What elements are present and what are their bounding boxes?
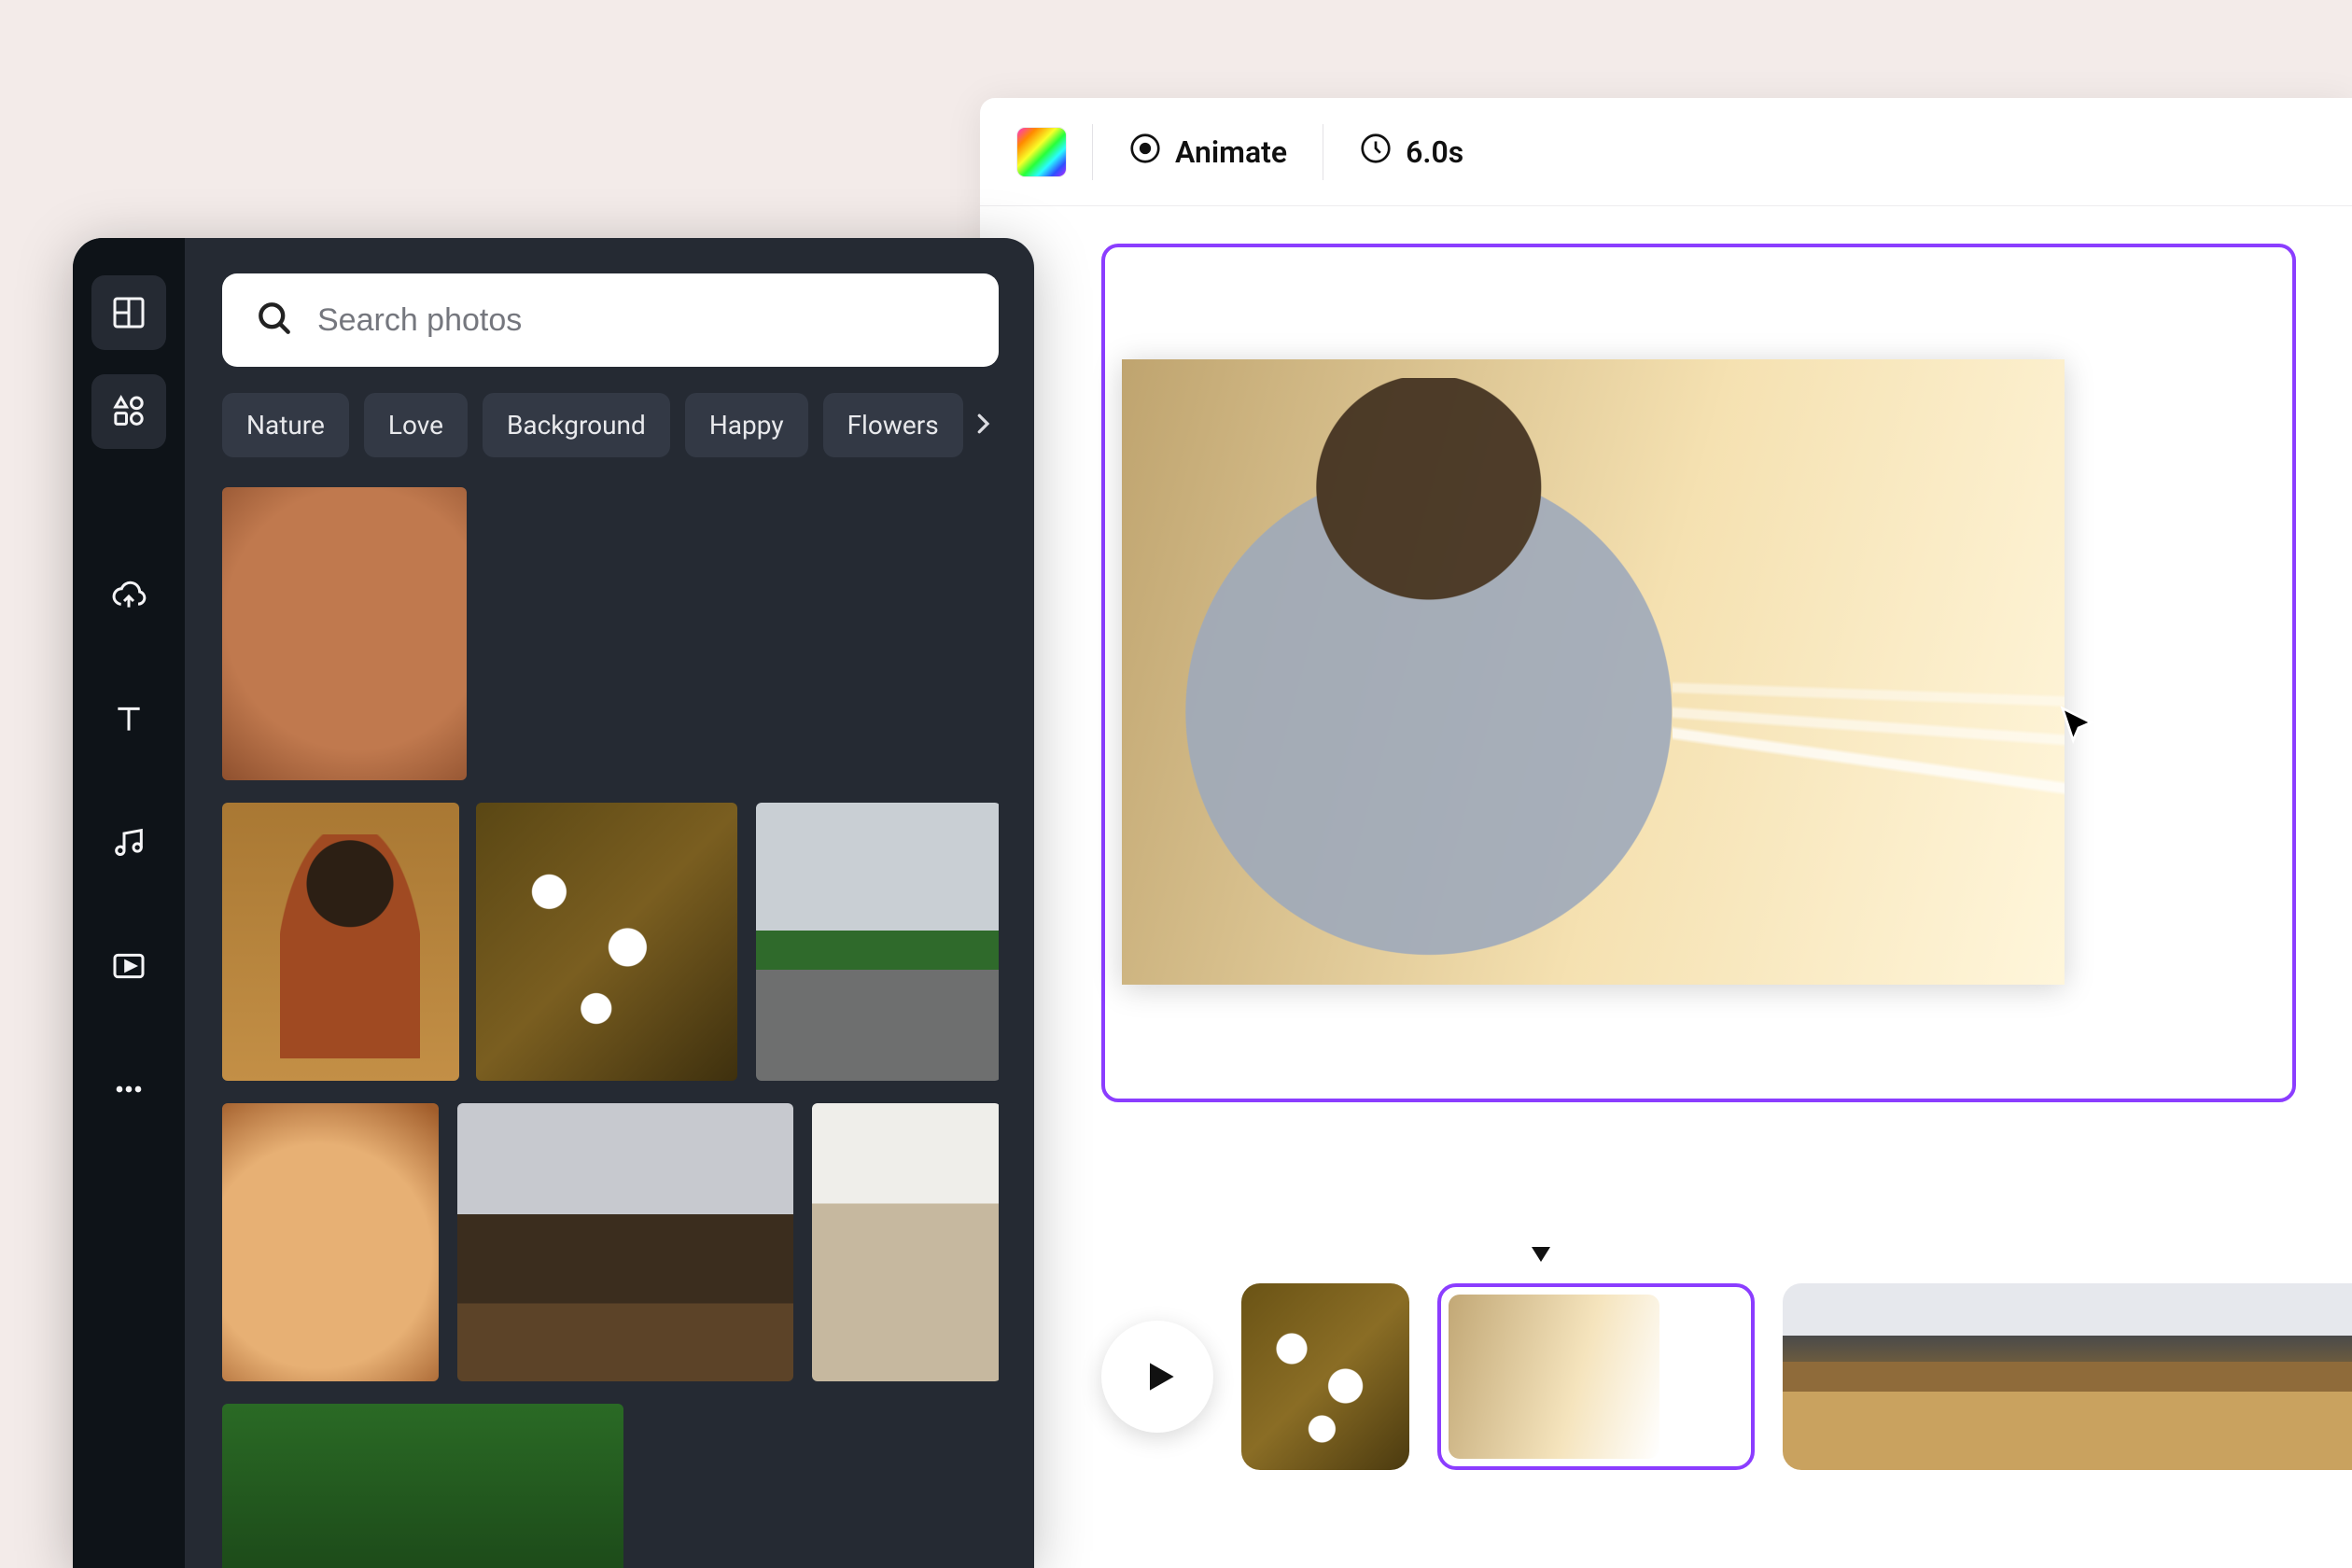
search-input[interactable] — [317, 302, 967, 339]
videos-icon[interactable] — [91, 929, 166, 1003]
audio-icon[interactable] — [91, 805, 166, 880]
animate-icon — [1128, 132, 1162, 173]
chip-flowers[interactable]: Flowers — [823, 393, 963, 457]
editor-toolbar: Animate 6.0s — [980, 98, 2352, 206]
photo-thumb[interactable] — [476, 803, 737, 1081]
cursor-icon — [2057, 705, 2100, 748]
timeline-clip[interactable] — [1783, 1283, 2352, 1470]
timeline — [1101, 1246, 2352, 1526]
photo-grid — [222, 487, 999, 1568]
chevron-right-icon — [969, 410, 997, 441]
photo-thumb[interactable] — [812, 1103, 999, 1381]
more-icon[interactable] — [91, 1052, 166, 1127]
text-icon[interactable] — [91, 682, 166, 757]
search-icon — [254, 298, 295, 343]
duration-label: 6.0s — [1406, 134, 1463, 170]
chip-love[interactable]: Love — [364, 393, 468, 457]
photo-thumb[interactable] — [222, 803, 459, 1081]
side-rail — [73, 238, 185, 1568]
chip-happy[interactable]: Happy — [685, 393, 808, 457]
timeline-track — [1101, 1283, 2352, 1470]
templates-icon[interactable] — [91, 275, 166, 350]
chip-nature[interactable]: Nature — [222, 393, 349, 457]
clock-icon — [1359, 132, 1393, 173]
photo-thumb[interactable] — [756, 803, 999, 1081]
timeline-clip[interactable] — [1241, 1283, 1409, 1470]
canvas-area — [980, 206, 2352, 1102]
play-button[interactable] — [1101, 1321, 1213, 1433]
animate-label: Animate — [1175, 134, 1287, 170]
playhead-icon[interactable] — [1531, 1246, 1551, 1263]
canvas-frame[interactable] — [1101, 244, 2296, 1102]
divider — [1092, 124, 1093, 180]
photo-thumb[interactable] — [222, 1404, 623, 1568]
photo-thumb[interactable] — [222, 1103, 439, 1381]
chip-background[interactable]: Background — [483, 393, 670, 457]
filter-chips: Nature Love Background Happy Flowers — [222, 393, 999, 457]
search-field[interactable] — [222, 273, 999, 367]
clip-thumb — [1449, 1295, 1659, 1459]
elements-icon[interactable] — [91, 374, 166, 449]
uploads-icon[interactable] — [91, 559, 166, 634]
photo-thumb[interactable] — [457, 1103, 793, 1381]
photos-panel: Nature Love Background Happy Flowers — [73, 238, 1034, 1568]
clip-thumb — [1669, 1295, 1743, 1459]
panel-body: Nature Love Background Happy Flowers — [185, 238, 1034, 1568]
editor-window: Animate 6.0s — [980, 98, 2352, 1568]
animate-button[interactable]: Animate — [1119, 124, 1296, 180]
color-swatch[interactable] — [1017, 128, 1066, 176]
timeline-clip-selected[interactable] — [1437, 1283, 1755, 1470]
duration-button[interactable]: 6.0s — [1350, 124, 1473, 180]
chips-scroll-right[interactable] — [961, 404, 1004, 447]
photo-thumb[interactable] — [222, 487, 467, 780]
canvas-photo[interactable] — [1122, 359, 2065, 985]
